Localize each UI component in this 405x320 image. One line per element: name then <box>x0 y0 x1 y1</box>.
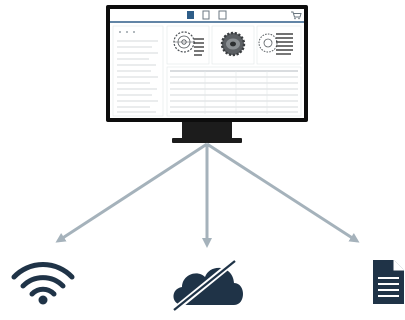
monitor <box>106 5 308 143</box>
sidebar-dot <box>133 31 135 33</box>
product-card-2 <box>211 25 255 65</box>
wifi-icon <box>11 262 75 305</box>
arrow-to-wifi <box>55 142 208 243</box>
arrow-to-document <box>206 142 360 243</box>
table-panel <box>166 66 302 117</box>
product-card-frame <box>256 25 302 65</box>
diagram-svg <box>11 5 404 315</box>
screen-sidebar <box>112 25 164 117</box>
cart-wheel-left-icon <box>294 17 296 20</box>
connector-arrows <box>55 142 360 248</box>
product-card-1 <box>166 25 210 65</box>
sidebar-dot <box>126 31 128 33</box>
cloud-off-icon <box>170 256 243 315</box>
header-gear-icon <box>187 11 194 19</box>
document-icon <box>373 260 404 304</box>
screen-table <box>166 66 302 117</box>
product-card-3 <box>256 25 302 65</box>
sidebar-dot <box>119 31 121 33</box>
product-card-frame <box>166 25 210 65</box>
gear-render-icon <box>220 31 246 57</box>
diagram-canvas <box>0 0 405 320</box>
cart-wheel-right-icon <box>298 17 300 20</box>
monitor-base <box>172 138 242 143</box>
monitor-screen <box>110 9 304 118</box>
monitor-neck <box>182 121 232 139</box>
